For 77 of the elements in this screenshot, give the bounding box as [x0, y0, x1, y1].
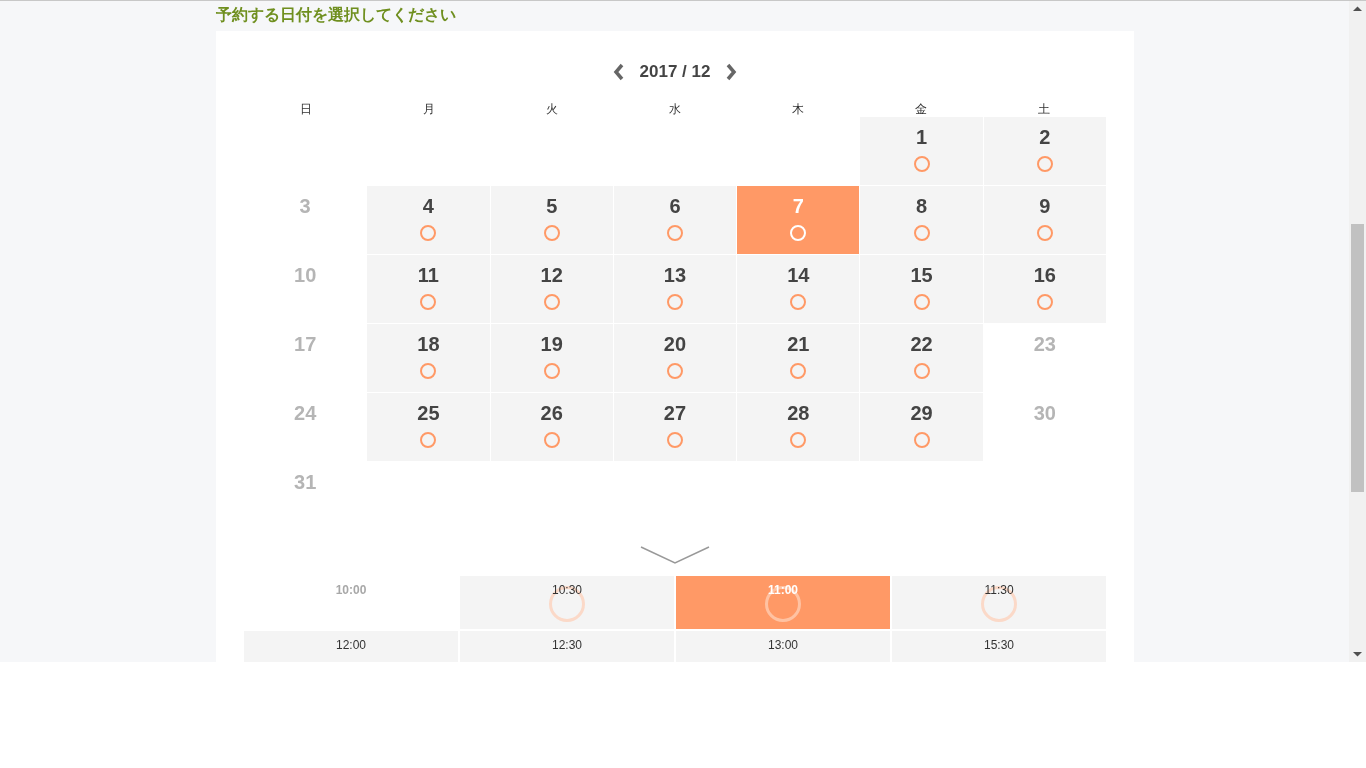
unavailable-day: 24: [244, 393, 367, 461]
weekday-label: 月: [421, 103, 436, 115]
circle-icon: [790, 432, 807, 448]
circle-icon: [543, 363, 560, 379]
day-cell[interactable]: 28: [737, 393, 860, 461]
circle-icon: [543, 294, 560, 310]
circle-icon: [420, 225, 437, 241]
day-cell[interactable]: 9: [983, 186, 1106, 254]
day-cell[interactable]: 13: [613, 255, 737, 323]
circle-icon: [913, 294, 930, 310]
day-cell[interactable]: 15: [860, 255, 983, 323]
circle-icon: [790, 363, 807, 379]
time-slot[interactable]: 12:30: [460, 631, 674, 662]
day-cell[interactable]: 6: [613, 186, 737, 254]
circle-icon: [913, 156, 930, 172]
weekday-label: 木: [791, 103, 806, 115]
weekday-label: 水: [668, 103, 682, 115]
unavailable-day: 30: [983, 393, 1106, 461]
day-cell[interactable]: 11: [367, 255, 490, 323]
time-slot[interactable]: 15:30: [892, 631, 1106, 662]
weekday-label: 日: [298, 103, 313, 115]
previous-month-icon[interactable]: [611, 63, 626, 81]
day-cell[interactable]: 22: [860, 324, 983, 392]
day-cell[interactable]: 8: [860, 186, 983, 254]
unavailable-day: 3: [244, 186, 367, 254]
unavailable-day: 23: [983, 324, 1106, 392]
day-cell[interactable]: 21: [737, 324, 860, 392]
circle-icon: [543, 225, 560, 241]
circle-icon: [1036, 294, 1053, 310]
circle-icon: [1036, 156, 1053, 172]
time-slot[interactable]: 12:00: [244, 631, 458, 662]
day-cell[interactable]: 29: [860, 393, 983, 461]
circle-icon: [667, 225, 683, 241]
circle-icon: [543, 432, 560, 448]
next-month-icon[interactable]: [724, 63, 739, 81]
unavailable-day: 17: [244, 324, 367, 392]
ring-icon: [981, 586, 1017, 622]
day-cell[interactable]: 20: [613, 324, 737, 392]
time-slot[interactable]: 10:30: [460, 576, 674, 629]
day-cell[interactable]: 18: [367, 324, 490, 392]
circle-icon: [1036, 225, 1053, 241]
day-cell[interactable]: 14: [737, 255, 860, 323]
page-heading: 予約する日付を選択してください: [216, 5, 457, 25]
weekday-label: 火: [544, 103, 559, 115]
time-slot[interactable]: 11:30: [892, 576, 1106, 629]
circle-icon: [913, 363, 930, 379]
circle-icon: [913, 432, 930, 448]
day-cell[interactable]: 16: [983, 255, 1106, 323]
unavailable-day: 31: [244, 462, 367, 530]
day-cell[interactable]: 25: [367, 393, 490, 461]
day-cell[interactable]: 2: [983, 117, 1106, 185]
time-slot[interactable]: 13:00: [676, 631, 890, 662]
weekday-label: 土: [1037, 103, 1052, 115]
circle-icon: [913, 225, 930, 241]
circle-icon: [667, 363, 683, 379]
circle-icon: [790, 225, 807, 241]
day-cell[interactable]: 4: [367, 186, 490, 254]
circle-icon: [420, 363, 437, 379]
circle-icon: [420, 432, 437, 448]
day-cell[interactable]: 1: [860, 117, 983, 185]
circle-icon: [790, 294, 807, 310]
circle-icon: [667, 294, 683, 310]
chevron-down-icon: [640, 545, 710, 565]
circle-icon: [667, 432, 683, 448]
scrollbar-thumb[interactable]: [1351, 224, 1364, 492]
circle-icon: [420, 294, 437, 310]
weekday-label: 金: [914, 103, 929, 115]
unavailable-time-slot: 10:00: [244, 576, 458, 629]
day-cell[interactable]: 19: [490, 324, 613, 392]
day-cell[interactable]: 12: [490, 255, 613, 323]
day-cell[interactable]: 27: [613, 393, 737, 461]
ring-icon: [549, 586, 585, 622]
day-cell[interactable]: 5: [490, 186, 613, 254]
month-label: 2017 / 12: [639, 62, 711, 82]
unavailable-day: 10: [244, 255, 367, 323]
ring-icon: [765, 586, 801, 622]
day-cell[interactable]: 26: [490, 393, 613, 461]
